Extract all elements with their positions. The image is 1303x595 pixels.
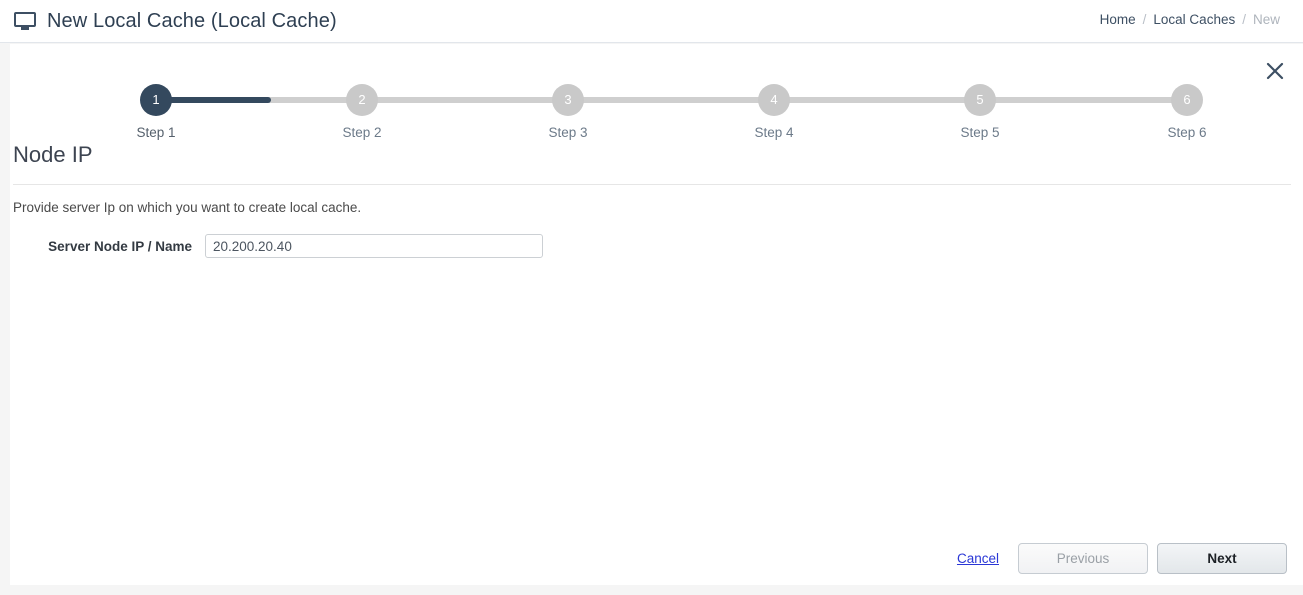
breadcrumb-separator: / — [1142, 12, 1147, 27]
stepper-step-3-number: 3 — [552, 84, 584, 116]
stepper-step-1[interactable]: 1 Step 1 — [81, 84, 231, 140]
server-node-label: Server Node IP / Name — [48, 238, 192, 254]
stepper-step-2-number: 2 — [346, 84, 378, 116]
wizard-panel: 1 Step 1 2 Step 2 3 Step 3 4 Step 4 5 St… — [10, 44, 1303, 585]
page-title: New Local Cache (Local Cache) — [47, 9, 337, 32]
cancel-link[interactable]: Cancel — [957, 551, 999, 566]
server-node-input[interactable] — [205, 234, 543, 258]
stepper-step-2-label: Step 2 — [342, 125, 382, 140]
section-divider — [13, 184, 1291, 185]
wizard-stepper: 1 Step 1 2 Step 2 3 Step 3 4 Step 4 5 St… — [10, 84, 1303, 144]
section-description: Provide server Ip on which you want to c… — [13, 200, 362, 215]
stepper-step-6-label: Step 6 — [1167, 125, 1207, 140]
stepper-step-6-number: 6 — [1171, 84, 1203, 116]
stepper-step-1-number: 1 — [140, 84, 172, 116]
stepper-step-6[interactable]: 6 Step 6 — [1112, 84, 1262, 140]
breadcrumb-separator: / — [1242, 12, 1246, 27]
section-heading: Node IP — [13, 142, 93, 167]
monitor-icon — [14, 11, 36, 31]
stepper-step-5-label: Step 5 — [960, 125, 1000, 140]
stepper-step-4-label: Step 4 — [754, 125, 794, 140]
breadcrumb-item-local-caches[interactable]: Local Caches — [1153, 12, 1235, 27]
next-button[interactable]: Next — [1157, 543, 1287, 574]
breadcrumb: Home / Local Caches / New — [1100, 12, 1280, 27]
breadcrumb-item-new: New — [1252, 12, 1280, 27]
app-header: New Local Cache (Local Cache) Home / Loc… — [0, 0, 1303, 43]
stepper-step-1-label: Step 1 — [136, 125, 176, 140]
previous-button[interactable]: Previous — [1018, 543, 1148, 574]
stepper-step-3-label: Step 3 — [548, 125, 588, 140]
stepper-step-5[interactable]: 5 Step 5 — [905, 84, 1055, 140]
stepper-step-4-number: 4 — [758, 84, 790, 116]
breadcrumb-item-home[interactable]: Home — [1100, 12, 1136, 27]
form-row-server-node: Server Node IP / Name — [10, 234, 543, 258]
stepper-step-3[interactable]: 3 Step 3 — [493, 84, 643, 140]
close-icon[interactable] — [1262, 58, 1288, 84]
wizard-actions: Cancel Previous Next — [957, 543, 1287, 574]
stepper-step-5-number: 5 — [964, 84, 996, 116]
stepper-step-4[interactable]: 4 Step 4 — [699, 84, 849, 140]
stepper-step-2[interactable]: 2 Step 2 — [287, 84, 437, 140]
header-title-group: New Local Cache (Local Cache) — [14, 10, 337, 33]
